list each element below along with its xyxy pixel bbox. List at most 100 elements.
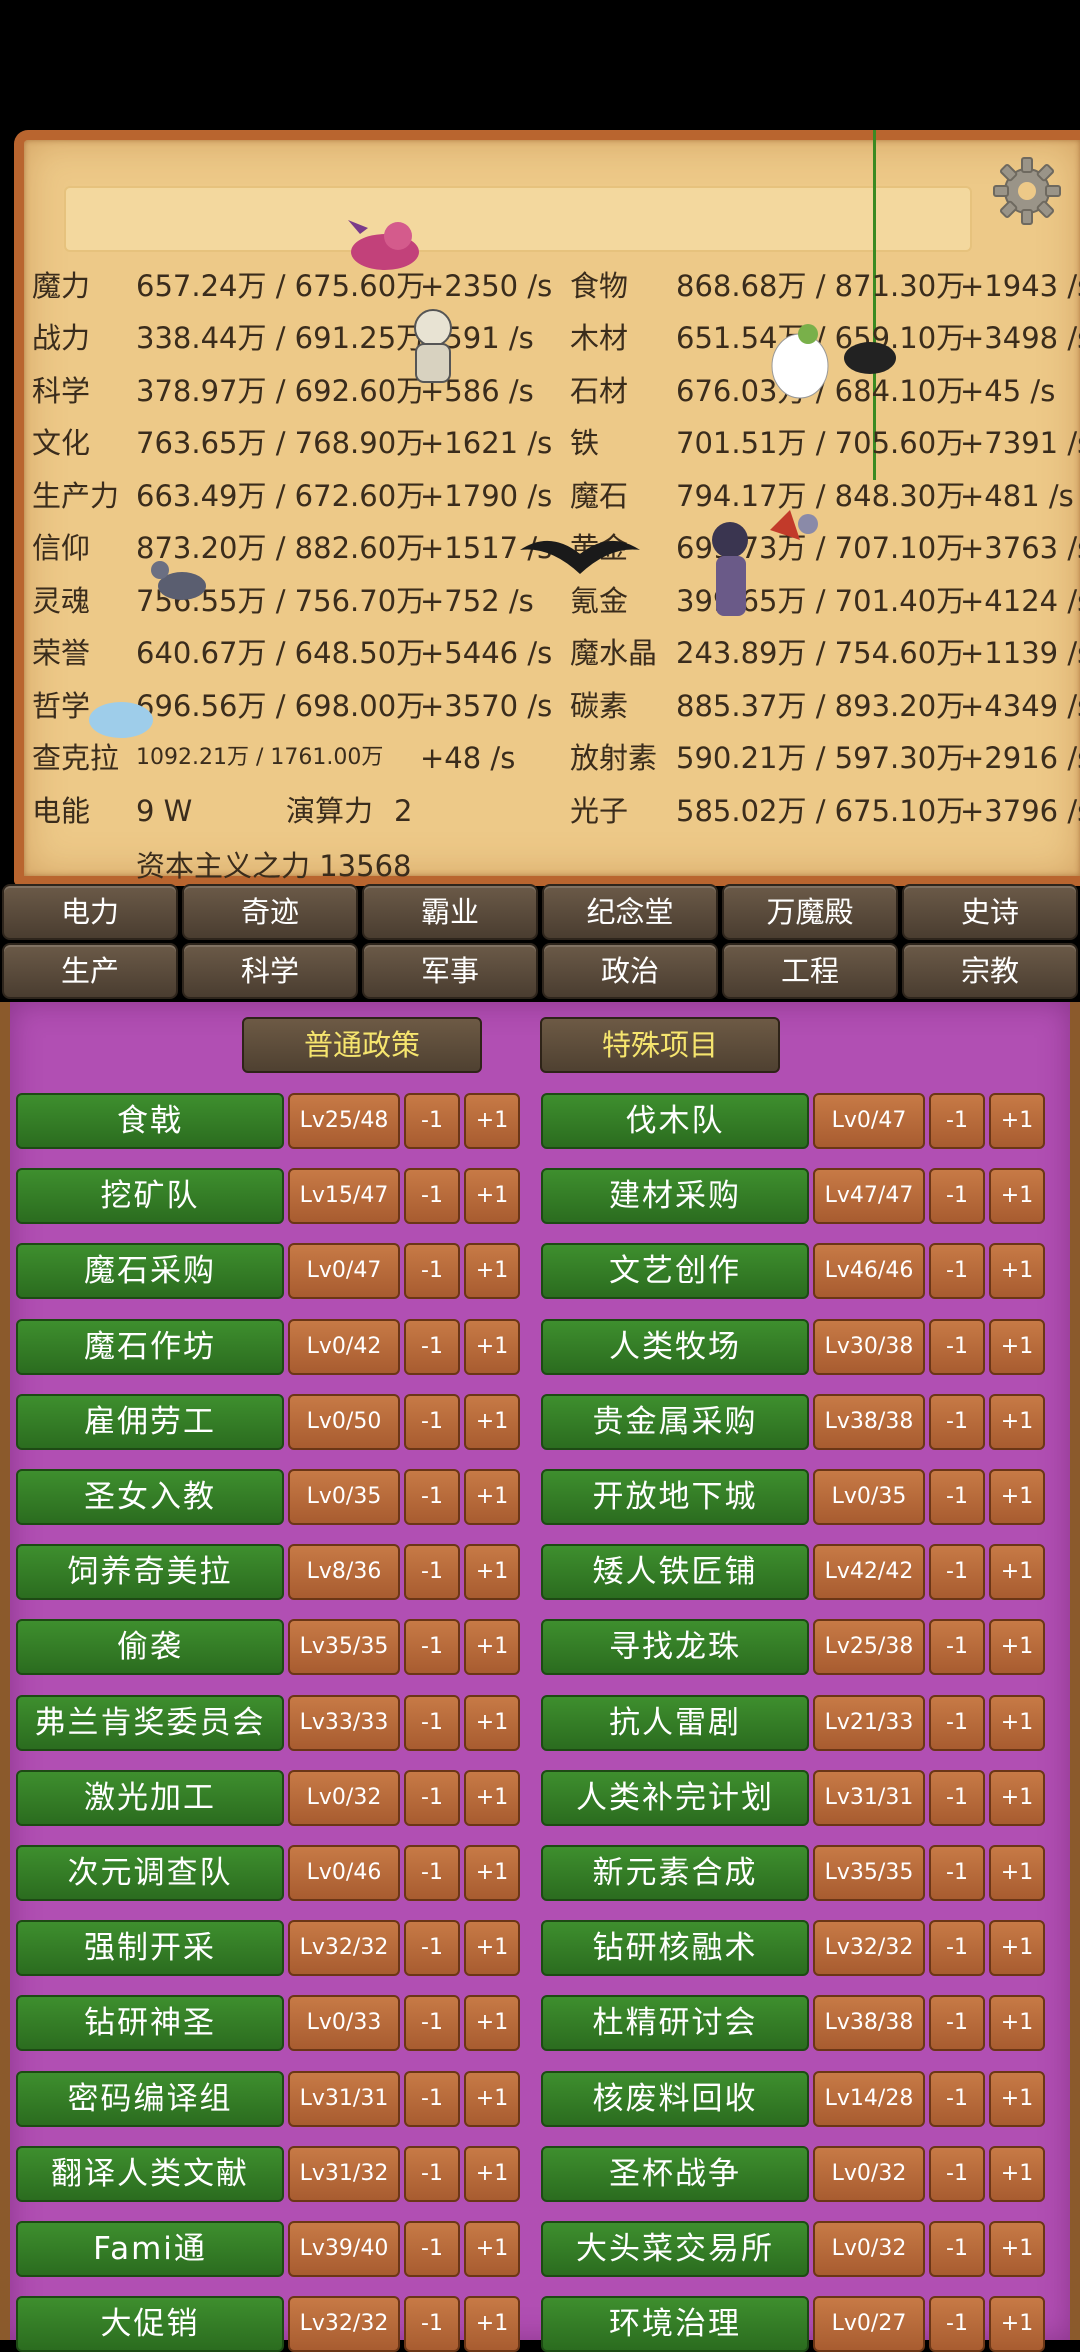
increase-button[interactable]: +1 bbox=[464, 1544, 520, 1600]
increase-button[interactable]: +1 bbox=[989, 2071, 1045, 2127]
increase-button[interactable]: +1 bbox=[464, 1995, 520, 2051]
tab-tabs_row2-4[interactable]: 工程 bbox=[722, 943, 898, 999]
tab-tabs_row2-5[interactable]: 宗教 bbox=[902, 943, 1078, 999]
increase-button[interactable]: +1 bbox=[989, 1995, 1045, 2051]
increase-button[interactable]: +1 bbox=[989, 1469, 1045, 1525]
increase-button[interactable]: +1 bbox=[989, 2221, 1045, 2277]
policy-name-button[interactable]: 建材采购 bbox=[541, 1168, 809, 1224]
policy-name-button[interactable]: 杜精研讨会 bbox=[541, 1995, 809, 2051]
decrease-button[interactable]: -1 bbox=[404, 1168, 460, 1224]
policy-name-button[interactable]: Fami通 bbox=[16, 2221, 284, 2277]
decrease-button[interactable]: -1 bbox=[404, 1469, 460, 1525]
decrease-button[interactable]: -1 bbox=[929, 2296, 985, 2352]
policy-name-button[interactable]: 魔石采购 bbox=[16, 1243, 284, 1299]
policy-name-button[interactable]: 翻译人类文献 bbox=[16, 2146, 284, 2202]
increase-button[interactable]: +1 bbox=[464, 1469, 520, 1525]
decrease-button[interactable]: -1 bbox=[929, 1093, 985, 1149]
policy-name-button[interactable]: 大头菜交易所 bbox=[541, 2221, 809, 2277]
increase-button[interactable]: +1 bbox=[464, 1093, 520, 1149]
decrease-button[interactable]: -1 bbox=[929, 1469, 985, 1525]
tab-tabs_row1-3[interactable]: 纪念堂 bbox=[542, 884, 718, 940]
decrease-button[interactable]: -1 bbox=[404, 1394, 460, 1450]
decrease-button[interactable]: -1 bbox=[404, 1995, 460, 2051]
decrease-button[interactable]: -1 bbox=[404, 1619, 460, 1675]
policy-name-button[interactable]: 魔石作坊 bbox=[16, 1319, 284, 1375]
decrease-button[interactable]: -1 bbox=[929, 2146, 985, 2202]
tab-tabs_row1-4[interactable]: 万魔殿 bbox=[722, 884, 898, 940]
increase-button[interactable]: +1 bbox=[989, 1319, 1045, 1375]
increase-button[interactable]: +1 bbox=[989, 1168, 1045, 1224]
increase-button[interactable]: +1 bbox=[464, 1619, 520, 1675]
increase-button[interactable]: +1 bbox=[464, 1243, 520, 1299]
policy-name-button[interactable]: 挖矿队 bbox=[16, 1168, 284, 1224]
tab-special-projects[interactable]: 特殊项目 bbox=[540, 1017, 780, 1073]
increase-button[interactable]: +1 bbox=[989, 1093, 1045, 1149]
policy-name-button[interactable]: 寻找龙珠 bbox=[541, 1619, 809, 1675]
policy-name-button[interactable]: 人类补完计划 bbox=[541, 1770, 809, 1826]
increase-button[interactable]: +1 bbox=[464, 1319, 520, 1375]
policy-name-button[interactable]: 偷袭 bbox=[16, 1619, 284, 1675]
increase-button[interactable]: +1 bbox=[989, 1770, 1045, 1826]
settings-gear-icon[interactable] bbox=[992, 156, 1062, 226]
decrease-button[interactable]: -1 bbox=[404, 1544, 460, 1600]
policy-name-button[interactable]: 次元调查队 bbox=[16, 1845, 284, 1901]
increase-button[interactable]: +1 bbox=[464, 1770, 520, 1826]
decrease-button[interactable]: -1 bbox=[929, 1168, 985, 1224]
increase-button[interactable]: +1 bbox=[989, 2296, 1045, 2352]
increase-button[interactable]: +1 bbox=[464, 1168, 520, 1224]
tab-normal-policies[interactable]: 普通政策 bbox=[242, 1017, 482, 1073]
increase-button[interactable]: +1 bbox=[989, 1544, 1045, 1600]
increase-button[interactable]: +1 bbox=[464, 2296, 520, 2352]
increase-button[interactable]: +1 bbox=[989, 1243, 1045, 1299]
policy-name-button[interactable]: 抗人雷剧 bbox=[541, 1695, 809, 1751]
policy-name-button[interactable]: 雇佣劳工 bbox=[16, 1394, 284, 1450]
decrease-button[interactable]: -1 bbox=[404, 1770, 460, 1826]
tab-tabs_row2-0[interactable]: 生产 bbox=[2, 943, 178, 999]
policy-name-button[interactable]: 激光加工 bbox=[16, 1770, 284, 1826]
decrease-button[interactable]: -1 bbox=[404, 1920, 460, 1976]
increase-button[interactable]: +1 bbox=[464, 2071, 520, 2127]
decrease-button[interactable]: -1 bbox=[929, 1544, 985, 1600]
increase-button[interactable]: +1 bbox=[464, 2146, 520, 2202]
decrease-button[interactable]: -1 bbox=[404, 1695, 460, 1751]
policy-name-button[interactable]: 核废料回收 bbox=[541, 2071, 809, 2127]
policy-name-button[interactable]: 圣杯战争 bbox=[541, 2146, 809, 2202]
decrease-button[interactable]: -1 bbox=[929, 1619, 985, 1675]
tab-tabs_row2-2[interactable]: 军事 bbox=[362, 943, 538, 999]
policy-name-button[interactable]: 钻研神圣 bbox=[16, 1995, 284, 2051]
increase-button[interactable]: +1 bbox=[464, 1394, 520, 1450]
policy-name-button[interactable]: 强制开采 bbox=[16, 1920, 284, 1976]
increase-button[interactable]: +1 bbox=[464, 1920, 520, 1976]
tab-tabs_row1-0[interactable]: 电力 bbox=[2, 884, 178, 940]
decrease-button[interactable]: -1 bbox=[404, 2221, 460, 2277]
policy-name-button[interactable]: 环境治理 bbox=[541, 2296, 809, 2352]
policy-name-button[interactable]: 人类牧场 bbox=[541, 1319, 809, 1375]
policy-name-button[interactable]: 矮人铁匠铺 bbox=[541, 1544, 809, 1600]
increase-button[interactable]: +1 bbox=[989, 1619, 1045, 1675]
decrease-button[interactable]: -1 bbox=[929, 1695, 985, 1751]
policy-name-button[interactable]: 大促销 bbox=[16, 2296, 284, 2352]
policy-name-button[interactable]: 开放地下城 bbox=[541, 1469, 809, 1525]
increase-button[interactable]: +1 bbox=[989, 1394, 1045, 1450]
decrease-button[interactable]: -1 bbox=[929, 2071, 985, 2127]
increase-button[interactable]: +1 bbox=[464, 1695, 520, 1751]
decrease-button[interactable]: -1 bbox=[404, 1319, 460, 1375]
decrease-button[interactable]: -1 bbox=[929, 1845, 985, 1901]
decrease-button[interactable]: -1 bbox=[404, 2296, 460, 2352]
policy-name-button[interactable]: 新元素合成 bbox=[541, 1845, 809, 1901]
policy-name-button[interactable]: 伐木队 bbox=[541, 1093, 809, 1149]
decrease-button[interactable]: -1 bbox=[404, 2071, 460, 2127]
policy-name-button[interactable]: 饲养奇美拉 bbox=[16, 1544, 284, 1600]
decrease-button[interactable]: -1 bbox=[404, 1243, 460, 1299]
decrease-button[interactable]: -1 bbox=[929, 1920, 985, 1976]
increase-button[interactable]: +1 bbox=[989, 1695, 1045, 1751]
decrease-button[interactable]: -1 bbox=[404, 2146, 460, 2202]
policy-name-button[interactable]: 弗兰肯奖委员会 bbox=[16, 1695, 284, 1751]
policy-name-button[interactable]: 贵金属采购 bbox=[541, 1394, 809, 1450]
policy-name-button[interactable]: 文艺创作 bbox=[541, 1243, 809, 1299]
decrease-button[interactable]: -1 bbox=[929, 1243, 985, 1299]
decrease-button[interactable]: -1 bbox=[929, 1995, 985, 2051]
increase-button[interactable]: +1 bbox=[989, 2146, 1045, 2202]
policy-name-button[interactable]: 密码编译组 bbox=[16, 2071, 284, 2127]
decrease-button[interactable]: -1 bbox=[929, 1319, 985, 1375]
